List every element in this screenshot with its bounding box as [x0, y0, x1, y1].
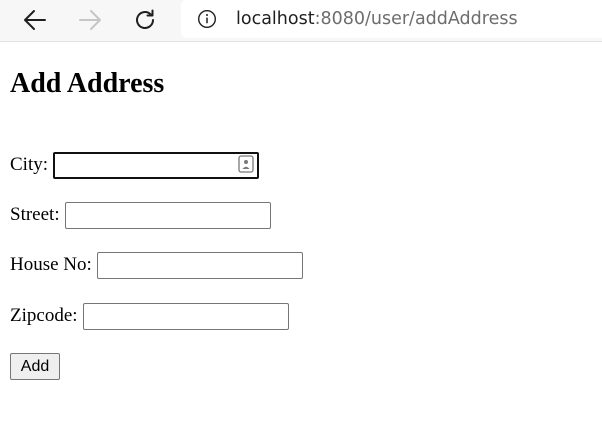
add-button[interactable]: Add: [10, 353, 60, 380]
url-path: :8080/user/addAddress: [314, 9, 518, 29]
back-arrow-icon: [24, 10, 46, 30]
page-content: Add Address City: Street: House No: Zipc…: [0, 43, 602, 431]
address-bar[interactable]: localhost:8080/user/addAddress: [181, 0, 602, 38]
reload-icon: [136, 9, 154, 29]
city-input[interactable]: [53, 151, 260, 179]
house-no-label: House No:: [10, 254, 92, 275]
contact-card-icon[interactable]: [238, 155, 254, 173]
zipcode-row: Zipcode:: [10, 302, 289, 330]
info-icon[interactable]: [197, 9, 217, 29]
city-label: City:: [10, 154, 49, 175]
street-label: Street:: [10, 204, 60, 225]
back-button[interactable]: [18, 4, 52, 36]
house-no-row: House No:: [10, 251, 303, 279]
page-title: Add Address: [10, 68, 165, 99]
url-text[interactable]: localhost:8080/user/addAddress: [236, 8, 518, 30]
forward-button[interactable]: [73, 4, 107, 36]
reload-button[interactable]: [128, 4, 162, 36]
street-input[interactable]: [64, 201, 271, 229]
house-no-input[interactable]: [96, 251, 303, 279]
url-host: localhost: [236, 9, 315, 29]
browser-toolbar: localhost:8080/user/addAddress: [0, 0, 602, 42]
zipcode-label: Zipcode:: [10, 305, 78, 326]
city-row: City:: [10, 151, 260, 179]
street-row: Street:: [10, 201, 271, 229]
forward-arrow-icon: [79, 10, 101, 30]
zipcode-input[interactable]: [82, 302, 289, 330]
